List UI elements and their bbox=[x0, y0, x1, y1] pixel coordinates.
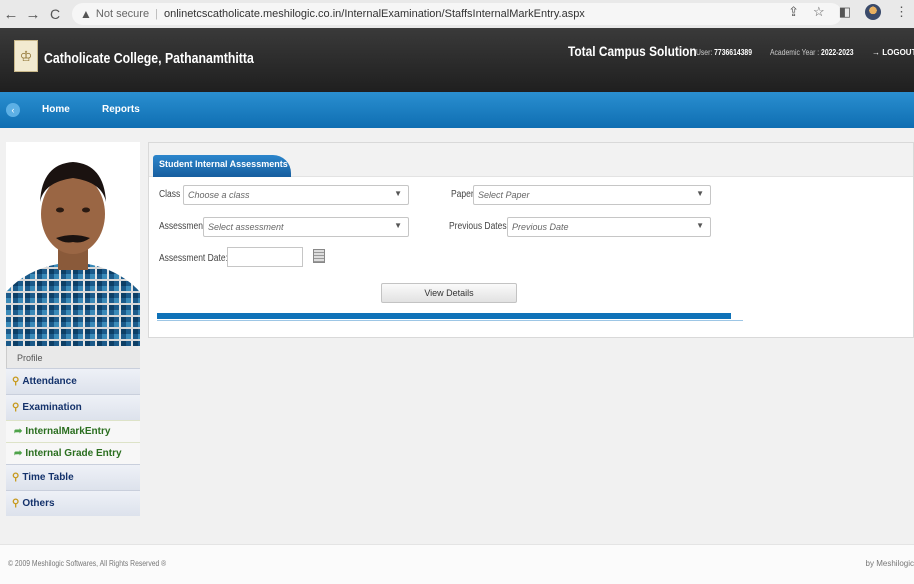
tab-student-internal-assessments[interactable]: Student Internal Assessments bbox=[153, 155, 291, 177]
vendor-link[interactable]: by Meshilogic bbox=[866, 559, 914, 568]
curved-arrow-icon: ➦ bbox=[14, 426, 23, 437]
panel-tabbar: Student Internal Assessments bbox=[149, 143, 913, 177]
back-arrow-icon[interactable]: ← bbox=[0, 6, 22, 23]
previous-dates-placeholder: Previous Date bbox=[512, 222, 569, 232]
browser-toolbar: ← → C ▲ Not secure | onlinetcscatholicat… bbox=[0, 0, 914, 28]
logout-link[interactable]: → LOGOUT bbox=[872, 48, 914, 57]
forward-arrow-icon[interactable]: → bbox=[22, 6, 44, 23]
key-icon: ⚲ bbox=[12, 498, 20, 509]
logout-label: LOGOUT bbox=[882, 48, 914, 57]
sidebar: Profile ⚲ Attendance ⚲ Examination ➦ Int… bbox=[6, 142, 140, 516]
sidebar-subitem-label: InternalMarkEntry bbox=[25, 426, 111, 437]
sidebar-item-label: Time Table bbox=[22, 472, 74, 483]
url-separator: | bbox=[155, 8, 158, 20]
assessment-placeholder: Select assessment bbox=[208, 222, 284, 232]
sidepanel-icon[interactable]: ◧ bbox=[839, 4, 851, 20]
sidebar-item-attendance[interactable]: ⚲ Attendance bbox=[6, 368, 140, 394]
calendar-icon[interactable] bbox=[313, 249, 325, 263]
user-id: 7736614389 bbox=[714, 48, 752, 57]
key-icon: ⚲ bbox=[12, 472, 20, 483]
dropdown-caret-icon: ▼ bbox=[696, 221, 704, 230]
assessment-select[interactable]: Select assessment ▼ bbox=[203, 217, 409, 237]
class-label: Class : bbox=[159, 189, 185, 200]
kebab-menu-icon[interactable]: ⋮ bbox=[895, 4, 908, 20]
user-label: User: bbox=[696, 48, 713, 57]
main-menu: ‹ Home Reports bbox=[0, 92, 914, 128]
sidebar-item-others[interactable]: ⚲ Others bbox=[6, 490, 140, 516]
share-icon[interactable]: ⇪ bbox=[788, 4, 799, 20]
sidebar-item-examination[interactable]: ⚲ Examination bbox=[6, 394, 140, 420]
copyright-text: © 2009 Meshilogic Softwares, All Rights … bbox=[8, 559, 167, 568]
year-label: Academic Year : bbox=[770, 48, 820, 57]
previous-dates-select[interactable]: Previous Date ▼ bbox=[507, 217, 711, 237]
dropdown-caret-icon: ▼ bbox=[394, 221, 402, 230]
profile-avatar-icon[interactable] bbox=[865, 4, 881, 20]
address-bar[interactable]: ▲ Not secure | onlinetcscatholicate.mesh… bbox=[72, 3, 842, 25]
dropdown-caret-icon: ▼ bbox=[696, 189, 704, 198]
curved-arrow-icon: ➦ bbox=[14, 448, 23, 459]
paper-select[interactable]: Select Paper ▼ bbox=[473, 185, 711, 205]
class-placeholder: Choose a class bbox=[188, 190, 250, 200]
menu-item-reports[interactable]: Reports bbox=[102, 104, 140, 115]
product-name: Total Campus Solution bbox=[568, 43, 697, 59]
warning-icon: ▲ bbox=[80, 7, 92, 21]
star-icon[interactable]: ☆ bbox=[813, 4, 825, 20]
app-header: ♔ Catholicate College, Pathanamthitta To… bbox=[0, 28, 914, 92]
sidebar-item-label: Others bbox=[22, 498, 55, 509]
security-label: Not secure bbox=[95, 8, 150, 20]
sidebar-item-time-table[interactable]: ⚲ Time Table bbox=[6, 464, 140, 490]
user-info: User: 7736614389 bbox=[696, 48, 752, 57]
previous-dates-label: Previous Dates bbox=[449, 221, 507, 232]
paper-placeholder: Select Paper bbox=[478, 190, 530, 200]
url-text[interactable]: onlinetcscatholicate.meshilogic.co.in/In… bbox=[164, 8, 585, 20]
sidebar-item-label: Attendance bbox=[22, 376, 77, 387]
collapse-left-icon[interactable]: ‹ bbox=[6, 103, 20, 117]
sidebar-item-label: Examination bbox=[22, 402, 82, 413]
sidebar-subitem-internal-mark-entry[interactable]: ➦ InternalMarkEntry bbox=[6, 420, 140, 442]
class-select[interactable]: Choose a class ▼ bbox=[183, 185, 409, 205]
college-logo-icon: ♔ bbox=[14, 40, 38, 72]
key-icon: ⚲ bbox=[12, 376, 20, 387]
assessment-date-label: Assessment Date: bbox=[159, 253, 228, 264]
year-value: 2022-2023 bbox=[821, 48, 854, 57]
sidebar-subitem-label: Internal Grade Entry bbox=[25, 448, 122, 459]
sidebar-subitem-internal-grade-entry[interactable]: ➦ Internal Grade Entry bbox=[6, 442, 140, 464]
profile-link[interactable]: Profile bbox=[6, 346, 140, 368]
dropdown-caret-icon: ▼ bbox=[394, 189, 402, 198]
profile-photo bbox=[6, 142, 140, 346]
key-icon: ⚲ bbox=[12, 402, 20, 413]
logout-arrow-icon: → bbox=[872, 48, 880, 57]
assessment-date-input[interactable] bbox=[227, 247, 303, 267]
academic-year: Academic Year : 2022-2023 bbox=[770, 48, 854, 57]
progress-bar bbox=[157, 313, 743, 321]
footer: © 2009 Meshilogic Softwares, All Rights … bbox=[0, 545, 914, 584]
paper-label: Paper bbox=[451, 189, 474, 200]
progress-fill bbox=[157, 313, 732, 319]
college-name: Catholicate College, Pathanamthitta bbox=[44, 50, 254, 67]
browser-actions: ⇪ ☆ ◧ ⋮ bbox=[788, 4, 908, 20]
assessment-label: Assessment bbox=[159, 221, 206, 232]
view-details-button[interactable]: View Details bbox=[381, 283, 517, 303]
assessment-panel: Student Internal Assessments Class : Cho… bbox=[148, 142, 914, 338]
menu-item-home[interactable]: Home bbox=[42, 104, 70, 115]
reload-icon[interactable]: C bbox=[44, 6, 66, 22]
